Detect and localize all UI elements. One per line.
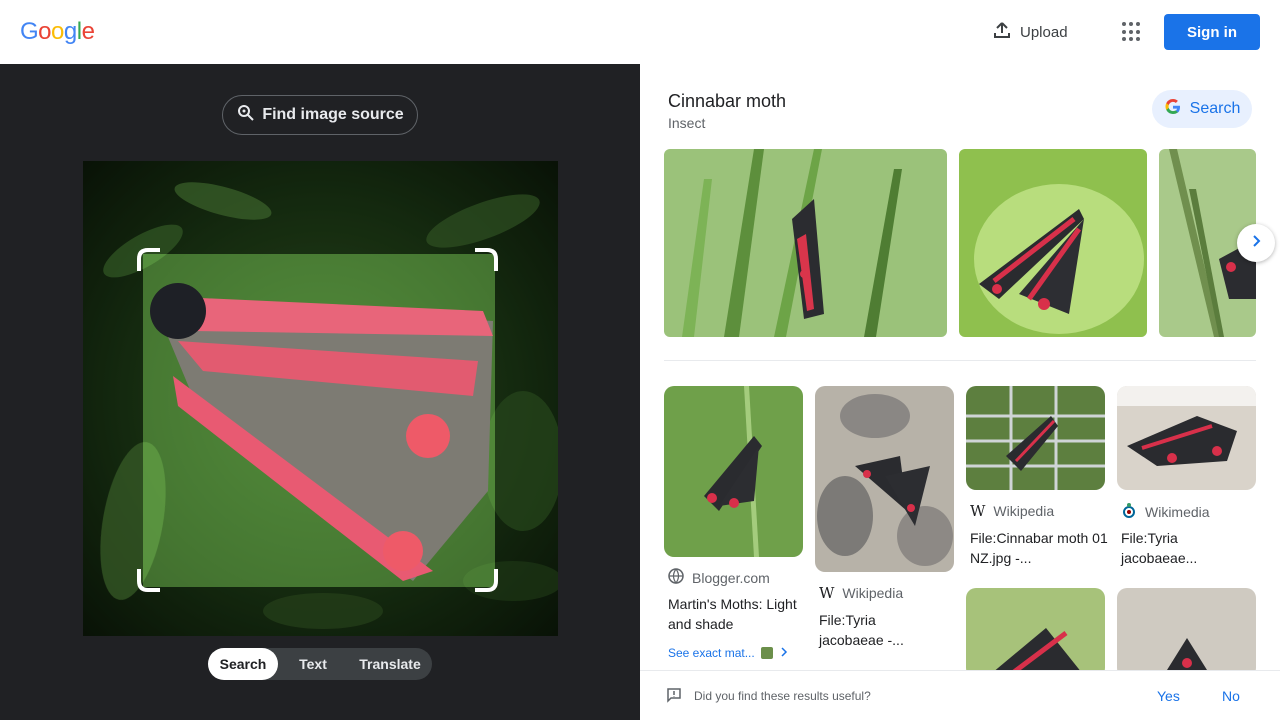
section-divider (664, 360, 1256, 361)
google-g-icon (1164, 98, 1182, 121)
find-image-source-label: Find image source (262, 106, 404, 123)
carousel-next-button[interactable] (1237, 224, 1275, 262)
result-source[interactable]: Blogger.com (668, 568, 770, 587)
result-source[interactable]: Wikimedia (1121, 502, 1210, 521)
exact-match-label: See exact mat... (668, 646, 755, 660)
lens-search-icon (236, 103, 256, 128)
wikipedia-icon: W (970, 502, 986, 520)
image-preview-panel: Find image source Search Text Translate (0, 64, 640, 720)
upload-icon (992, 20, 1012, 44)
uploaded-image (83, 161, 558, 636)
results-panel: Cinnabar moth Insect Search Blogger.com … (640, 64, 1280, 720)
entity-subtitle: Insect (668, 115, 706, 131)
result-image[interactable] (1117, 386, 1256, 490)
result-source-label: Wikipedia (993, 503, 1055, 519)
see-exact-matches-link[interactable]: See exact mat... (668, 646, 789, 660)
result-source-label: Wikimedia (1145, 503, 1210, 520)
chevron-right-icon (779, 646, 789, 660)
result-title[interactable]: File:Tyria jacobaeae... (1121, 528, 1246, 568)
wikipedia-icon: W (819, 584, 835, 602)
feedback-bar: Did you find these results useful? Yes N… (640, 670, 1280, 720)
feedback-no-button[interactable]: No (1222, 688, 1240, 704)
feedback-question: Did you find these results useful? (694, 689, 871, 703)
upload-label: Upload (1020, 23, 1068, 41)
result-image[interactable] (664, 386, 803, 557)
feedback-yes-button[interactable]: Yes (1157, 688, 1180, 704)
result-source-label: Wikipedia (842, 585, 904, 601)
result-title[interactable]: File:Tyria jacobaeae -... (819, 610, 944, 650)
result-source[interactable]: W Wikipedia (819, 584, 903, 602)
entity-image[interactable] (664, 149, 947, 337)
chevron-right-icon (1249, 234, 1263, 253)
mode-tabs: Search Text Translate (208, 648, 432, 680)
google-search-label: Search (1189, 100, 1241, 117)
result-source[interactable]: W Wikipedia (970, 502, 1054, 520)
result-image[interactable] (966, 588, 1105, 678)
sign-in-button[interactable]: Sign in (1164, 14, 1260, 50)
entity-title[interactable]: Cinnabar moth (668, 91, 786, 112)
google-search-button[interactable]: Search (1152, 90, 1252, 128)
result-source-label: Blogger.com (692, 569, 770, 586)
entity-image[interactable] (959, 149, 1147, 337)
result-image[interactable] (815, 386, 954, 572)
wikimedia-icon (1121, 502, 1137, 521)
top-header: Google Upload Sign in (0, 0, 1280, 64)
upload-button[interactable]: Upload (992, 20, 1068, 44)
find-image-source-button[interactable]: Find image source (222, 95, 418, 135)
thumbnail-icon (760, 647, 773, 659)
feedback-icon (666, 687, 682, 708)
result-title[interactable]: Martin's Moths: Light and shade (668, 594, 808, 634)
tab-text[interactable]: Text (278, 648, 348, 680)
result-image[interactable] (1117, 588, 1256, 678)
apps-grid-icon[interactable] (1122, 22, 1142, 42)
result-title[interactable]: File:Cinnabar moth 01 NZ.jpg -... (970, 528, 1110, 568)
tab-translate[interactable]: Translate (348, 648, 432, 680)
google-logo[interactable]: Google (20, 18, 95, 46)
result-image[interactable] (966, 386, 1105, 490)
tab-search[interactable]: Search (208, 648, 278, 680)
globe-icon (668, 568, 684, 587)
